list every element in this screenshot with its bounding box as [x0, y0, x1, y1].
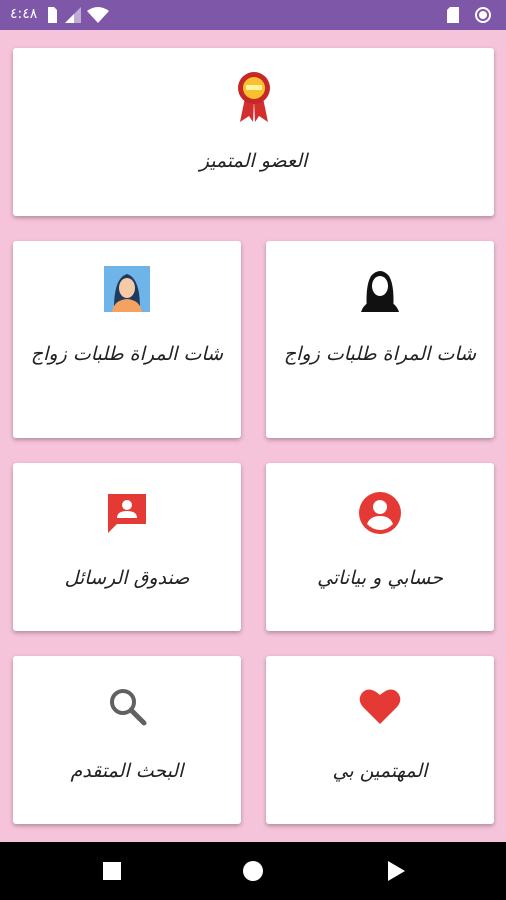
account-circle-icon: [359, 492, 401, 534]
sync-icon: [475, 7, 491, 23]
women-chat-card-right[interactable]: شات المراة طلبات زواج: [266, 241, 494, 438]
sd-card-icon: [447, 7, 459, 23]
wifi-icon: [87, 7, 109, 23]
women-chat-card-left[interactable]: شات المراة طلبات زواج: [13, 241, 241, 438]
women-chat-label-left: شات المراة طلبات زواج: [30, 343, 224, 365]
messages-box-card[interactable]: صندوق الرسائل: [13, 463, 241, 631]
search-icon: [110, 689, 147, 726]
messages-box-label: صندوق الرسائل: [64, 567, 190, 589]
advanced-search-label: البحث المتقدم: [70, 760, 184, 782]
interested-in-me-label: المهتمين بي: [332, 760, 428, 782]
my-account-card[interactable]: حسابي و بياناتي: [266, 463, 494, 631]
back-triangle-icon[interactable]: [385, 860, 407, 882]
women-chat-label-right: شات المراة طلبات زواج: [283, 343, 477, 365]
advanced-search-card[interactable]: البحث المتقدم: [13, 656, 241, 824]
signal-icon: [65, 7, 81, 23]
status-bar: ٤:٤٨: [0, 0, 506, 30]
sim-icon: [48, 7, 57, 23]
home-circle-icon[interactable]: [242, 860, 264, 882]
status-time: ٤:٤٨: [10, 6, 38, 22]
woman-portrait-icon: [104, 266, 150, 312]
featured-member-card[interactable]: العضو المتميز: [13, 48, 494, 216]
navigation-bar: [0, 842, 506, 900]
woman-silhouette-icon: [357, 266, 403, 312]
recents-square-icon[interactable]: [101, 860, 123, 882]
message-person-icon: [108, 494, 146, 533]
interested-in-me-card[interactable]: المهتمين بي: [266, 656, 494, 824]
award-ribbon-icon: [237, 72, 270, 122]
featured-member-label: العضو المتميز: [199, 150, 308, 172]
my-account-label: حسابي و بياناتي: [317, 567, 443, 589]
heart-icon: [359, 689, 401, 724]
